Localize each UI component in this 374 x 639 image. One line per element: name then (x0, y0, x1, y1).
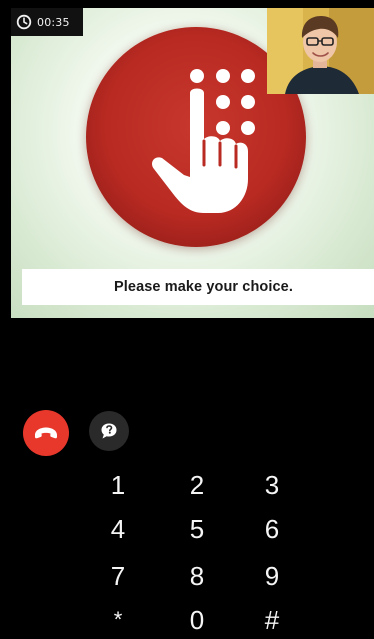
call-duration: 00:35 (37, 15, 70, 29)
key-7[interactable]: 7 (93, 557, 143, 595)
key-4[interactable]: 4 (93, 510, 143, 548)
key-5[interactable]: 5 (172, 510, 222, 548)
key-9[interactable]: 9 (247, 557, 297, 595)
chat-button[interactable] (89, 411, 129, 451)
key-2[interactable]: 2 (172, 466, 222, 504)
call-timer: 00:35 (11, 8, 83, 36)
key-0[interactable]: 0 (172, 601, 222, 639)
key-star[interactable]: * (93, 601, 143, 639)
clock-icon (16, 14, 32, 30)
prompt-text: Please make your choice. (114, 279, 293, 295)
key-8[interactable]: 8 (172, 557, 222, 595)
remote-video: 00:35 Please make your choice. (11, 8, 374, 318)
chat-bubble-icon (101, 423, 117, 439)
key-6[interactable]: 6 (247, 510, 297, 548)
call-screen: 00:35 Please make your choice. 1 2 3 4 5… (0, 0, 374, 638)
key-1[interactable]: 1 (93, 466, 143, 504)
self-view-avatar (267, 8, 374, 94)
phone-hangup-icon (35, 427, 57, 439)
prompt-banner: Please make your choice. (22, 269, 374, 305)
key-hash[interactable]: # (247, 601, 297, 639)
hang-up-button[interactable] (23, 410, 69, 456)
self-view-video[interactable] (267, 8, 374, 94)
key-3[interactable]: 3 (247, 466, 297, 504)
